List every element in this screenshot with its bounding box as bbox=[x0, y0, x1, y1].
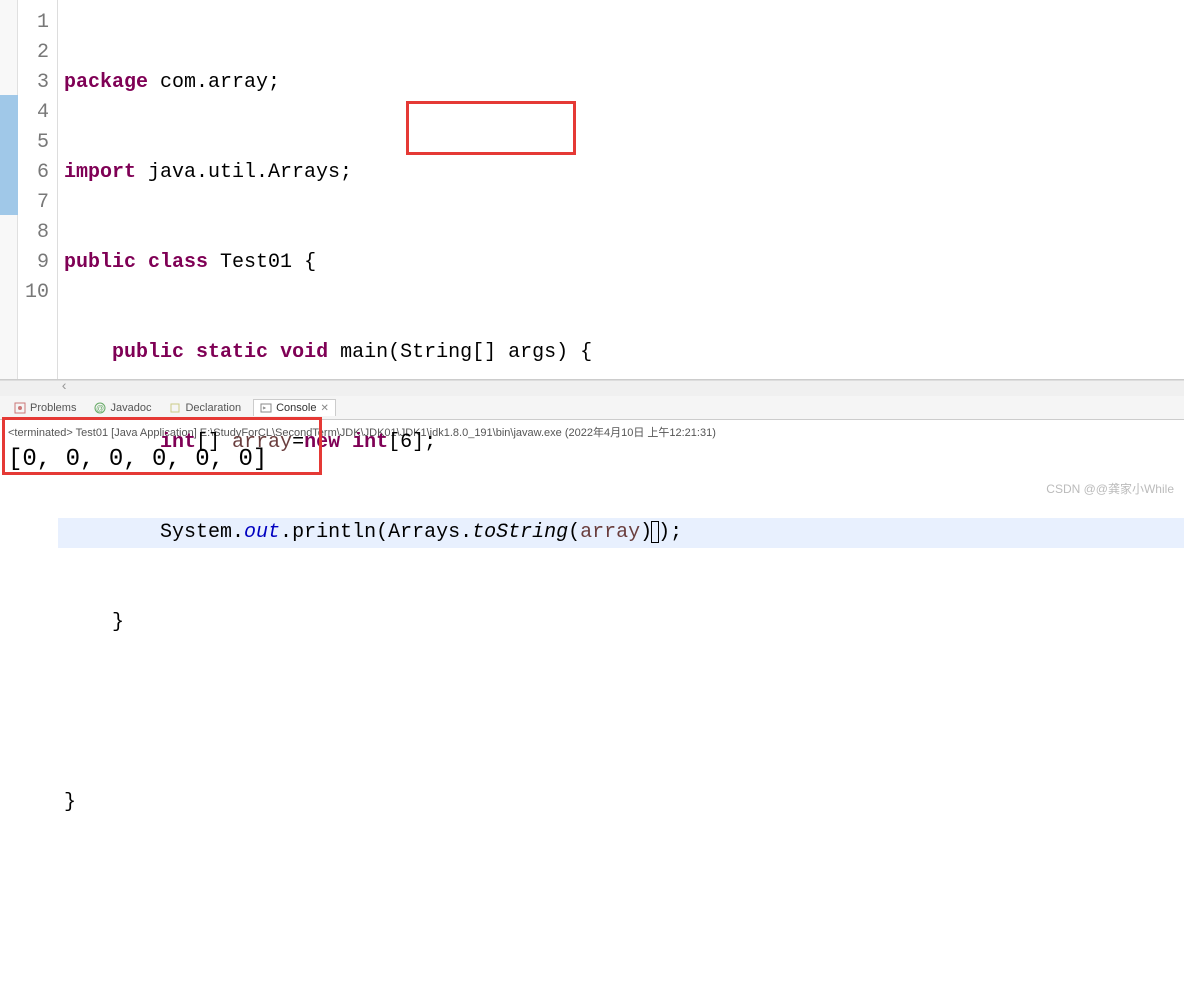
code-line: package com.array; bbox=[58, 68, 1184, 98]
code-line: public class Test01 { bbox=[58, 248, 1184, 278]
overview-ruler bbox=[0, 0, 18, 379]
horizontal-scrollbar[interactable] bbox=[0, 380, 1184, 396]
line-number: 5 bbox=[18, 128, 49, 158]
line-number: 4 bbox=[18, 98, 49, 128]
watermark: CSDN @@龚家小While bbox=[1046, 480, 1174, 497]
line-number: 7 bbox=[18, 188, 49, 218]
code-line-current: System.out.println(Arrays.toString(array… bbox=[58, 518, 1184, 548]
code-line: public static void main(String[] args) { bbox=[58, 338, 1184, 368]
ruler-range-mark bbox=[0, 95, 18, 215]
code-line: import java.util.Arrays; bbox=[58, 158, 1184, 188]
code-content[interactable]: package com.array; import java.util.Arra… bbox=[58, 0, 1184, 379]
code-line bbox=[58, 698, 1184, 728]
line-number: 8 bbox=[18, 218, 49, 248]
line-number: 9 bbox=[18, 248, 49, 278]
problems-icon bbox=[14, 402, 26, 414]
code-line: } bbox=[58, 608, 1184, 638]
code-line bbox=[58, 878, 1184, 908]
code-editor[interactable]: Jav 1 2 3 4 5 6 7 8 9 10 package com.arr… bbox=[0, 0, 1184, 380]
annotation-highlight-box bbox=[406, 101, 576, 155]
line-number: 6 bbox=[18, 158, 49, 188]
code-line: } bbox=[58, 788, 1184, 818]
line-number: 3 bbox=[18, 68, 49, 98]
code-line: int[] array=new int[6]; bbox=[58, 428, 1184, 458]
line-number: 1 bbox=[18, 8, 49, 38]
line-number: 2 bbox=[18, 38, 49, 68]
line-number: 10 bbox=[18, 278, 49, 308]
line-number-gutter: 1 2 3 4 5 6 7 8 9 10 bbox=[18, 0, 58, 379]
